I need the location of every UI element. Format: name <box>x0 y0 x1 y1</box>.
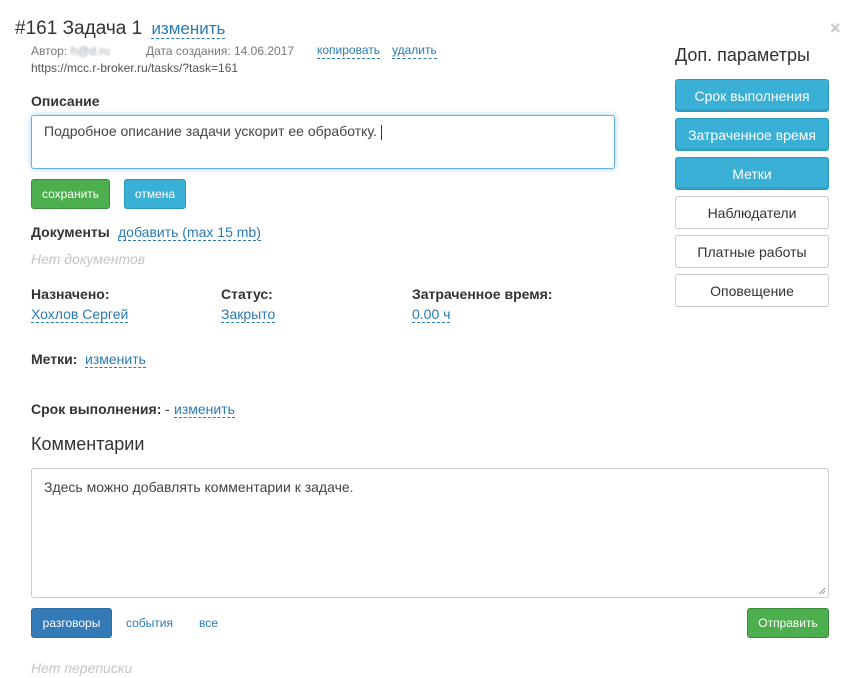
text-caret <box>380 124 382 140</box>
deadline-label: Срок выполнения: <box>31 401 162 417</box>
edit-title-link[interactable]: изменить <box>151 19 226 39</box>
cancel-button[interactable]: отмена <box>124 179 186 209</box>
tab-events[interactable]: события <box>126 616 173 630</box>
created-label: Дата создания: <box>146 44 231 58</box>
close-icon[interactable]: × <box>830 18 841 39</box>
time-spent-label: Затраченное время: <box>412 286 553 302</box>
no-messages-text: Нет переписки <box>31 660 133 676</box>
copy-link[interactable]: копировать <box>317 43 381 59</box>
description-label: Описание <box>31 93 100 109</box>
status-label: Статус: <box>221 286 273 302</box>
author-meta: Автор: h@d.ru <box>31 44 110 58</box>
sidebar-title: Доп. параметры <box>675 45 810 65</box>
description-text: Подробное описание задачи ускорит ее обр… <box>44 123 377 139</box>
deadline-dash: - <box>165 401 170 417</box>
tags-label: Метки: <box>31 351 78 367</box>
status-value-link[interactable]: Закрыто <box>221 306 276 324</box>
sidebar-notification-button[interactable]: Оповещение <box>675 274 829 307</box>
task-title: #161 Задача 1 изменить <box>15 18 226 40</box>
task-number: #161 <box>15 18 58 39</box>
sidebar-paid-work-button[interactable]: Платные работы <box>675 235 829 268</box>
created-meta: Дата создания: 14.06.2017 <box>146 44 294 58</box>
time-spent-value-link[interactable]: 0.00 ч <box>412 306 451 324</box>
task-name: Задача 1 <box>62 18 143 39</box>
created-date: 14.06.2017 <box>234 44 295 58</box>
tab-all[interactable]: все <box>199 616 218 630</box>
sidebar-time-spent-button[interactable]: Затраченное время <box>675 118 829 151</box>
tags-edit-link[interactable]: изменить <box>85 351 146 369</box>
deadline-edit-link[interactable]: изменить <box>174 401 235 419</box>
sidebar-deadline-button[interactable]: Срок выполнения <box>675 79 829 112</box>
no-documents-text: Нет документов <box>31 251 146 267</box>
sidebar-tags-button[interactable]: Метки <box>675 157 829 190</box>
add-document-link[interactable]: добавить (max 15 mb) <box>118 224 261 242</box>
comment-textarea[interactable]: Здесь можно добавлять комментарии к зада… <box>31 468 829 598</box>
author-email: h@d.ru <box>70 44 111 58</box>
description-textarea[interactable]: Подробное описание задачи ускорит ее обр… <box>31 115 615 169</box>
save-button[interactable]: сохранить <box>31 179 110 209</box>
sidebar-observers-button[interactable]: Наблюдатели <box>675 196 829 229</box>
task-url: https://mcc.r-broker.ru/tasks/?task=161 <box>31 61 239 75</box>
delete-link[interactable]: удалить <box>392 43 437 59</box>
comments-title: Комментарии <box>31 434 145 454</box>
resize-handle-icon[interactable] <box>818 587 826 595</box>
documents-label: Документы <box>31 224 110 240</box>
comment-placeholder: Здесь можно добавлять комментарии к зада… <box>44 479 354 495</box>
tab-conversations[interactable]: разговоры <box>31 608 112 638</box>
assigned-value-link[interactable]: Хохлов Сергей <box>31 306 129 324</box>
send-button[interactable]: Отправить <box>747 608 829 638</box>
assigned-label: Назначено: <box>31 286 110 302</box>
author-label: Автор: <box>31 44 68 58</box>
